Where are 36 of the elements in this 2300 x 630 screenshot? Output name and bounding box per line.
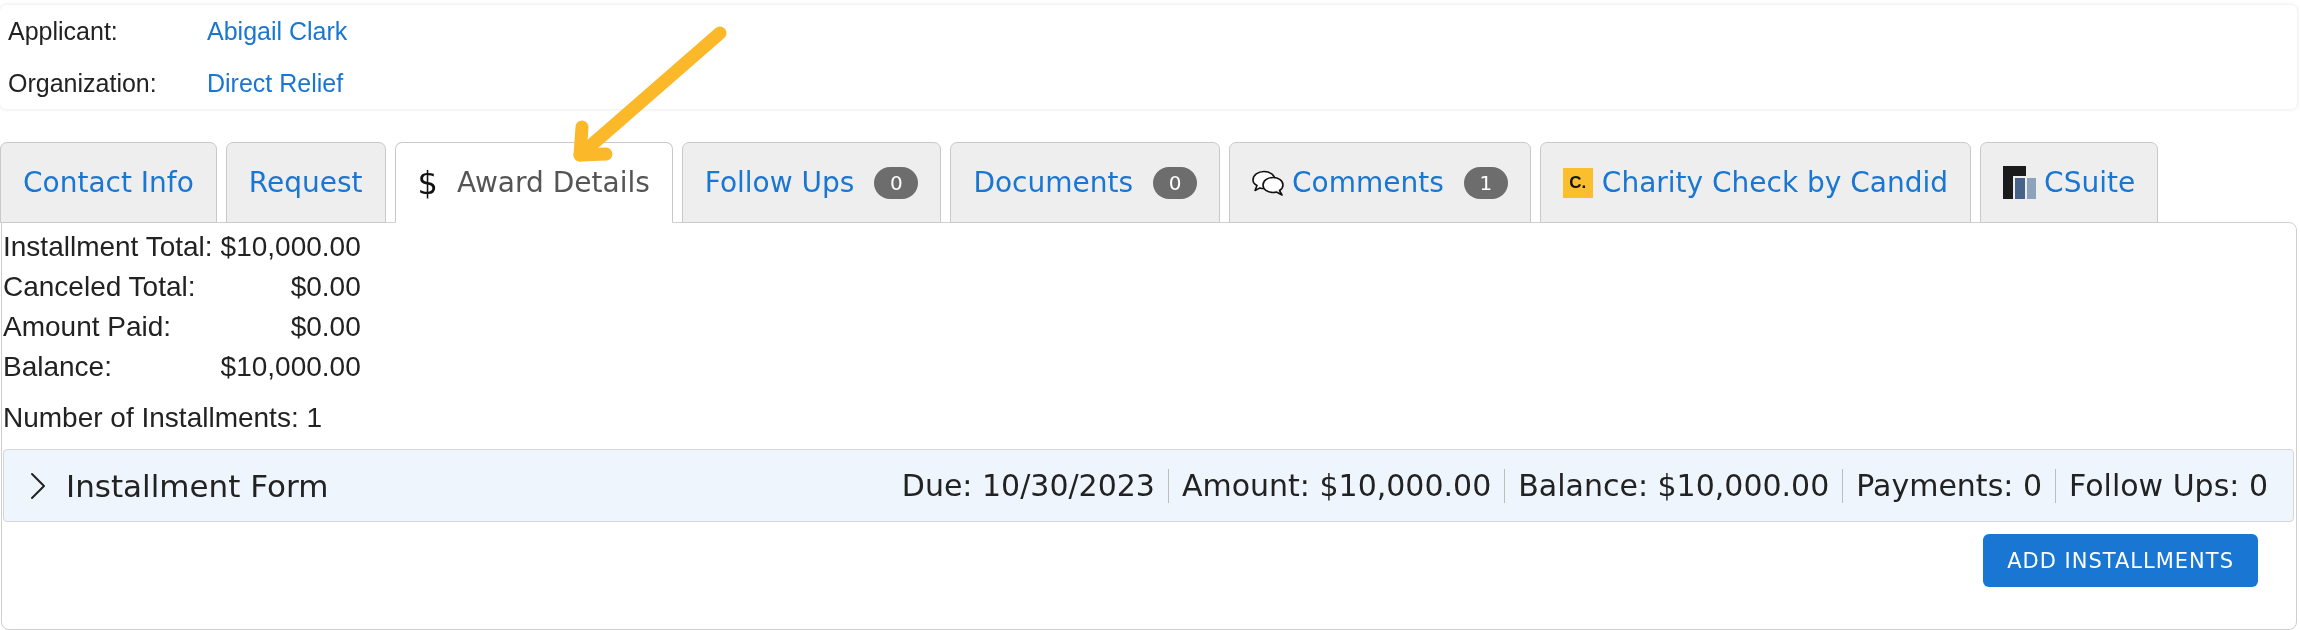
summary-label: Balance: — [3, 350, 113, 384]
field-link[interactable]: Abigail Clark — [207, 16, 348, 46]
count-badge: 0 — [1153, 166, 1198, 199]
dollar-icon: $ — [417, 163, 438, 202]
installment-field: Balance: $10,000.00 — [1504, 468, 1830, 503]
field-label: Organization: — [8, 68, 158, 98]
summary-value: $0.00 — [289, 270, 361, 304]
count-badge: 0 — [874, 166, 919, 199]
add-installments-button[interactable]: ADD INSTALLMENTS — [1983, 534, 2258, 587]
summary-label: Installment Total: — [3, 230, 213, 264]
summary-value: $10,000.00 — [220, 350, 361, 384]
tab[interactable]: Documents 0 — [950, 142, 1221, 223]
installment-field: Follow Ups: 0 — [2055, 468, 2268, 503]
field-label: Applicant: — [8, 16, 119, 46]
logo-icon — [2003, 166, 2037, 199]
count-badge: 1 — [1463, 166, 1508, 199]
field-link[interactable]: Direct Relief — [207, 68, 348, 98]
tab[interactable]: CSuite — [1980, 142, 2159, 223]
summary-label: Canceled Total: — [3, 270, 197, 304]
summary-value: $0.00 — [289, 310, 361, 344]
installment-field: Amount: $10,000.00 — [1167, 468, 1492, 503]
installment-count: Number of Installments: 1 — [3, 401, 324, 435]
tab[interactable]: Comments 1 — [1229, 142, 1531, 223]
tab[interactable]: C. Charity Check by Candid — [1539, 142, 1972, 223]
summary-value: $10,000.00 — [220, 230, 361, 264]
chat-bubbles-icon — [1252, 169, 1285, 196]
logo-badge: C. — [1562, 167, 1593, 198]
installment-field: Payments: 0 — [1842, 468, 2042, 503]
tab[interactable]: $ Award Details — [394, 142, 673, 223]
tab[interactable]: Request — [225, 142, 386, 223]
tab[interactable]: Follow Ups 0 — [681, 142, 942, 223]
installment-field: Due: 10/30/2023 — [901, 468, 1155, 503]
summary-label: Amount Paid: — [3, 310, 173, 344]
installment-row[interactable]: Installment Form Due: 10/30/2023 Amount: $10,000.00 Balance: $10,000.00 Payments: 0 Follow Ups: 0 — [3, 449, 2294, 522]
tab[interactable]: Contact Info — [0, 142, 217, 223]
installment-title: Installment Form — [66, 467, 330, 504]
